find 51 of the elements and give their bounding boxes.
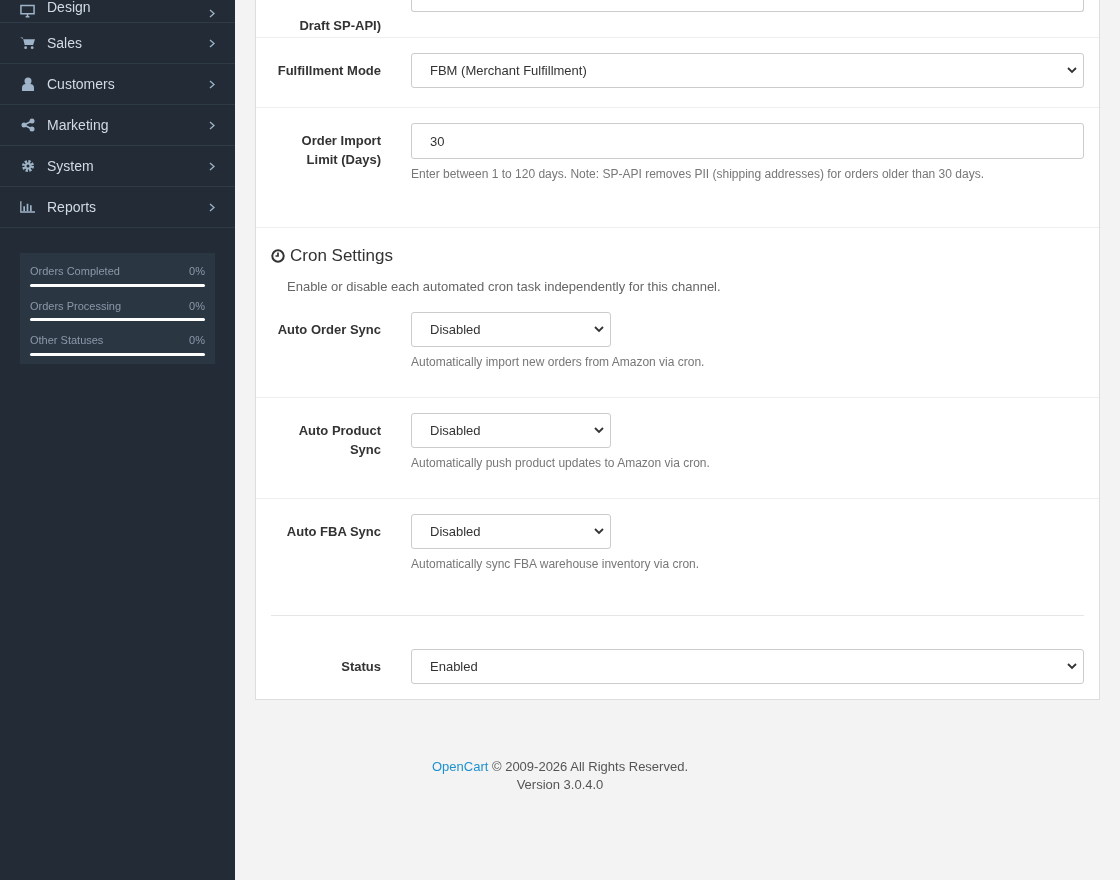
clock-icon (271, 248, 285, 263)
chevron-down-icon (1067, 67, 1077, 74)
stat-label: Other Statuses (30, 333, 104, 348)
help-text: Automatically push product updates to Amazon via cron. (411, 455, 711, 472)
chevron-down-icon (594, 528, 604, 535)
chevron-icon (209, 9, 215, 18)
chevron-down-icon (594, 427, 604, 434)
chevron-down-icon (1067, 663, 1077, 670)
field-label: Status (340, 658, 381, 676)
stat-label: Orders Completed (30, 264, 120, 279)
stat-percent: 0% (189, 264, 205, 279)
input-field[interactable]: 30 (411, 123, 1084, 159)
field-label: Auto Product Sync (297, 422, 381, 459)
section-title: Cron Settings (290, 245, 393, 267)
field-label: Fulfillment Mode (276, 62, 381, 80)
dropdown[interactable]: Disabled (411, 413, 611, 448)
cart-icon (20, 36, 35, 50)
chevron-icon (209, 161, 215, 171)
settings-icon (20, 159, 35, 173)
field-label: Order Import Limit (Days) (300, 132, 381, 169)
stat-percent: 0% (189, 333, 205, 348)
stat-percent: 0% (189, 298, 205, 314)
chevron-icon (209, 120, 215, 130)
field-label: Auto FBA Sync (285, 523, 381, 541)
chevron-icon (209, 79, 215, 89)
dropdown[interactable]: FBM (Merchant Fulfillment) (411, 53, 1084, 88)
menu-item[interactable]: Sales (0, 23, 235, 64)
share-icon (20, 118, 35, 132)
menu-item[interactable]: Reports (0, 187, 235, 228)
menu-item[interactable]: Customers (0, 64, 235, 105)
help-text: Enter between 1 to 120 days. Note: SP-API removes PII (shipping addresses) for orders older than 30 days. (411, 166, 985, 183)
monitor-icon (20, 4, 35, 18)
chevron-icon (209, 202, 215, 212)
field-label: Draft SP-API) (298, 17, 381, 35)
menu-item[interactable]: System (0, 146, 235, 187)
chart-icon (20, 200, 35, 214)
field-label: Auto Order Sync (276, 321, 381, 339)
menu-item[interactable]: Marketing (0, 105, 235, 146)
menu-item[interactable]: Design (0, 0, 235, 23)
dropdown[interactable]: Enabled (411, 649, 1084, 684)
copyright-text: © 2009-2026 All Rights Reserved. (490, 759, 688, 774)
dropdown[interactable]: Disabled (411, 514, 611, 549)
chevron-down-icon (594, 326, 604, 333)
help-text: Automatically import new orders from Amazon via cron. (411, 354, 706, 371)
help-text: Automatically sync FBA warehouse inventory via cron. (411, 556, 701, 573)
dropdown[interactable]: Disabled (411, 312, 611, 347)
section-description: Enable or disable each automated cron task independently for this channel. (287, 277, 722, 296)
chevron-icon (209, 38, 215, 48)
user-icon (20, 77, 35, 91)
stat-label: Orders Processing (30, 298, 122, 314)
version-text: Version 3.0.4.0 (516, 776, 604, 794)
